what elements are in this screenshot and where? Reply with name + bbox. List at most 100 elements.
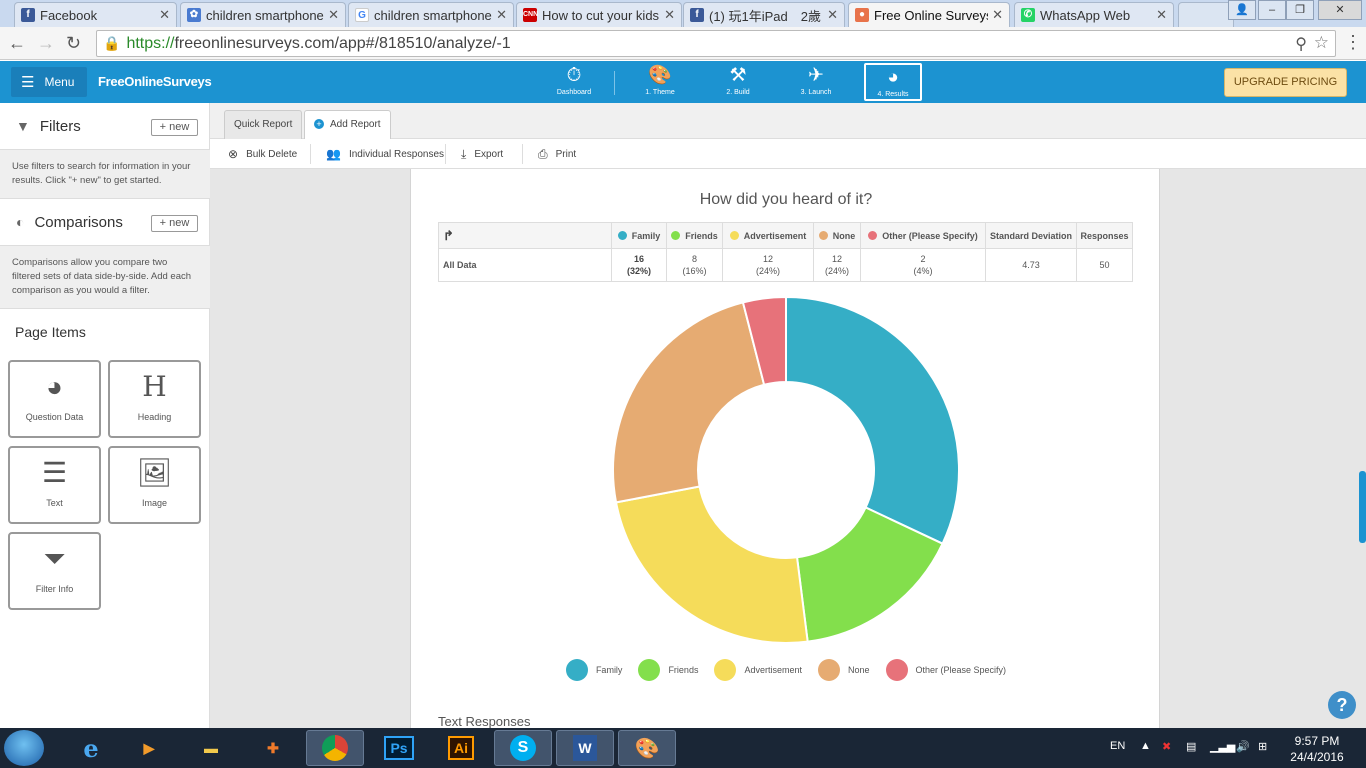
user-profile-icon[interactable]: 👤 <box>1228 0 1256 20</box>
page-item-heading[interactable]: H Heading <box>108 360 201 438</box>
tab-add-report[interactable]: + Add Report <box>304 110 391 139</box>
word-icon[interactable]: W <box>556 730 614 766</box>
skype-icon[interactable]: S <box>494 730 552 766</box>
forward-arrow-icon[interactable]: → <box>37 33 55 54</box>
legend-swatch <box>714 659 737 681</box>
zoom-icon[interactable]: ⚲ <box>1295 34 1307 54</box>
illustrator-icon[interactable]: Ai <box>432 730 490 766</box>
address-bar[interactable]: 🔒 https:// freeonlinesurveys.com/app#/81… <box>96 30 1336 57</box>
print-button[interactable]: ⎙ Print <box>538 147 576 162</box>
table-header: Other (Please Specify) <box>860 222 986 249</box>
donut-slice-advertisement[interactable] <box>614 485 809 644</box>
legend-dot <box>818 230 828 240</box>
donut-slice-family[interactable] <box>785 297 960 545</box>
volume-icon[interactable]: 🔊 <box>1236 740 1250 753</box>
browser-tab-title: Facebook <box>40 7 98 23</box>
step-launch[interactable]: ✈ 3. Launch <box>787 63 845 101</box>
bookmark-star-icon[interactable]: ☆ <box>1314 33 1329 53</box>
page-item-image[interactable]: 🖼 Image <box>108 446 201 524</box>
show-hidden-icons-icon[interactable]: ▲ <box>1140 740 1151 752</box>
app-store-icon[interactable]: ✚ <box>244 730 302 766</box>
browser-tab[interactable]: G children smartphone ✕ <box>348 2 514 27</box>
photoshop-icon[interactable]: Ps <box>370 730 428 766</box>
back-arrow-icon[interactable]: ← <box>8 33 26 54</box>
network-icon[interactable]: ✖ <box>1162 740 1171 753</box>
browser-tab[interactable]: f Facebook ✕ <box>14 2 177 27</box>
file-explorer-icon[interactable]: ▬ <box>182 730 240 766</box>
window-close-button[interactable]: ✕ <box>1318 0 1362 20</box>
windows-taskbar: e ▶ ▬ ✚ Ps Ai S W 🎨 EN ▲ ✖ ▤ ▁▃▅ 🔊 ⊞ 9:5… <box>0 728 1366 768</box>
illustrator-label: Ai <box>448 736 474 760</box>
close-tab-icon[interactable]: ✕ <box>1156 7 1167 23</box>
close-tab-icon[interactable]: ✕ <box>992 7 1003 23</box>
filters-title: Filters <box>39 117 81 135</box>
menu-button[interactable]: ☰ Menu <box>11 67 87 97</box>
close-tab-icon[interactable]: ✕ <box>328 7 339 23</box>
browser-tab[interactable]: f (1) 玩1年iPad 2歲 ✕ <box>683 2 845 27</box>
bulk-delete-label: Bulk Delete <box>246 148 298 160</box>
windows-icon[interactable]: ⊞ <box>1258 740 1267 753</box>
bulk-delete-button[interactable]: ⊗ Bulk Delete <box>228 147 297 161</box>
individual-responses-label: Individual Responses <box>348 148 445 160</box>
swap-axes-icon: ↱ <box>443 227 454 243</box>
download-icon: ⤓ <box>461 147 467 161</box>
browser-tab[interactable]: CNN How to cut your kids ✕ <box>516 2 682 27</box>
ie-icon[interactable]: e <box>62 730 120 766</box>
close-tab-icon[interactable]: ✕ <box>827 7 838 23</box>
legend-item[interactable]: Family <box>565 659 622 681</box>
page-item-question-data[interactable]: ◕ Question Data <box>8 360 101 438</box>
chrome-icon[interactable] <box>306 730 364 766</box>
cell-count: 12 <box>762 254 773 264</box>
legend-item[interactable]: Friends <box>638 659 698 681</box>
minimize-button[interactable]: – <box>1258 0 1286 20</box>
browser-tab-active[interactable]: ● Free Online Surveys ✕ <box>848 2 1010 27</box>
reload-icon[interactable]: ↻ <box>66 33 81 54</box>
browser-menu-icon[interactable]: ⋮ <box>1344 32 1362 53</box>
table-header: Responses <box>1076 222 1133 249</box>
filter-icon: ⏷ <box>43 543 66 574</box>
language-indicator[interactable]: EN <box>1110 740 1125 752</box>
media-player-icon[interactable]: ▶ <box>120 730 178 766</box>
report-content: Quick Report + Add Report ⊗ Bulk Delete 👥… <box>210 103 1366 729</box>
export-button[interactable]: ⤓ Export <box>461 147 503 162</box>
facebook-icon: f <box>21 8 35 22</box>
step-results[interactable]: ◕ 4. Results <box>864 63 922 101</box>
step-dashboard[interactable]: ⏱ Dashboard <box>545 63 603 101</box>
browser-tab[interactable]: ✆ WhatsApp Web ✕ <box>1014 2 1174 27</box>
swap-axes-cell[interactable]: ↱ <box>438 222 612 249</box>
paint-icon[interactable]: 🎨 <box>618 730 676 766</box>
upgrade-pricing-button[interactable]: UPGRADE PRICING <box>1224 68 1347 97</box>
new-tab-button[interactable] <box>1178 2 1234 27</box>
legend-item[interactable]: Advertisement <box>714 659 802 681</box>
page-item-text[interactable]: ☰ Text <box>8 446 101 524</box>
step-theme[interactable]: 🎨 1. Theme <box>631 63 689 101</box>
browser-tab[interactable]: ✿ children smartphone ✕ <box>180 2 346 27</box>
scrollbar-thumb[interactable] <box>1359 471 1366 543</box>
step-build[interactable]: ⚒ 2. Build <box>709 63 767 101</box>
heading-icon: H <box>142 370 167 403</box>
page-item-filter-info[interactable]: ⏷ Filter Info <box>8 532 101 610</box>
legend-item[interactable]: Other (Please Specify) <box>885 659 1006 681</box>
tab-quick-report[interactable]: Quick Report <box>224 110 303 139</box>
individual-responses-button[interactable]: 👥 Individual Responses <box>326 147 444 161</box>
app-logo[interactable]: FreeOnlineSurveys <box>98 74 212 89</box>
legend-swatch <box>885 659 908 681</box>
start-button[interactable] <box>4 730 44 766</box>
help-icon[interactable]: ? <box>1328 691 1356 719</box>
maximize-button[interactable]: ❐ <box>1286 0 1314 20</box>
new-filter-button[interactable]: + new <box>151 119 198 136</box>
google-icon: G <box>355 8 369 22</box>
close-tab-icon[interactable]: ✕ <box>664 7 675 23</box>
close-tab-icon[interactable]: ✕ <box>496 7 507 23</box>
donut-slice-none[interactable] <box>612 301 766 504</box>
system-tray-icon[interactable]: ▤ <box>1186 740 1196 753</box>
action-bar: ⊗ Bulk Delete 👥 Individual Responses ⤓ E… <box>210 139 1366 169</box>
signal-icon[interactable]: ▁▃▅ <box>1210 740 1235 753</box>
legend-item[interactable]: None <box>817 659 870 681</box>
new-comparison-button[interactable]: + new <box>151 215 198 232</box>
comparisons-description: Comparisons allow you compare two filter… <box>0 245 210 309</box>
step-label: 2. Build <box>726 89 750 96</box>
close-tab-icon[interactable]: ✕ <box>159 7 170 23</box>
app-header: ☰ Menu FreeOnlineSurveys ⏱ Dashboard 🎨 1… <box>0 61 1366 103</box>
clock[interactable]: 9:57 PM 24/4/2016 <box>1282 733 1352 765</box>
